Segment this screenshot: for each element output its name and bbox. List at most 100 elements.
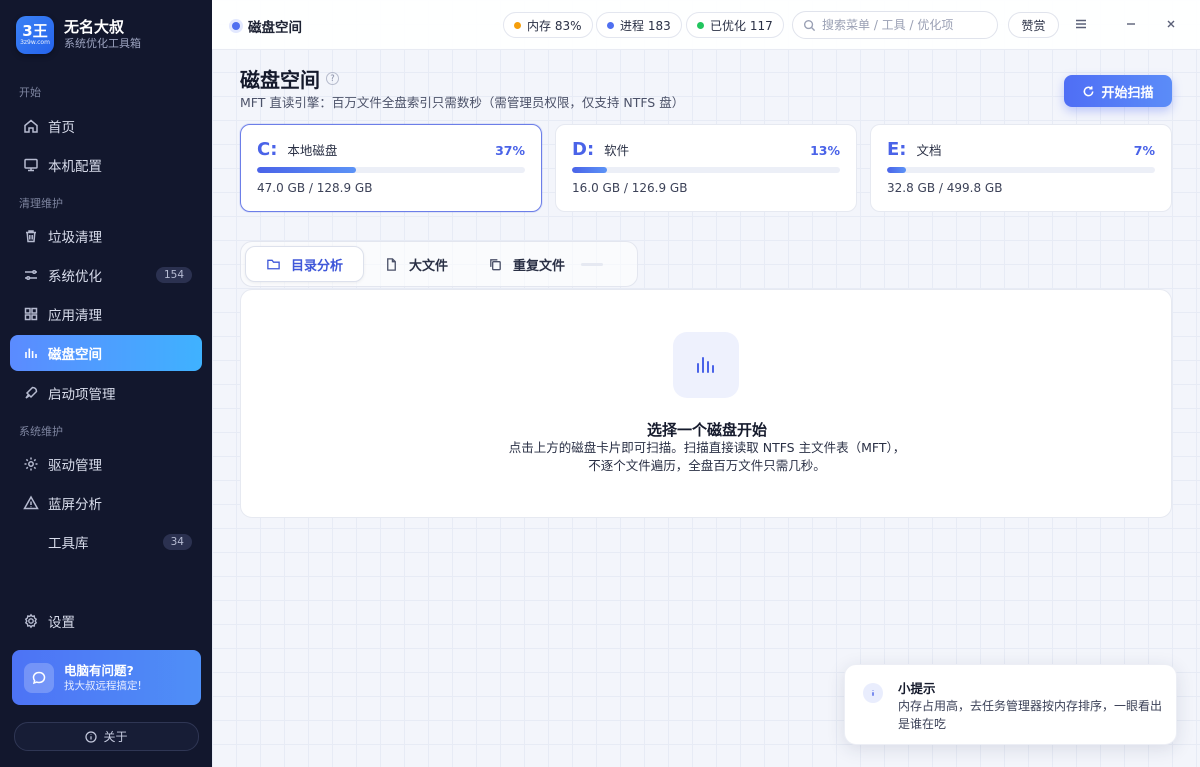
tip-toast[interactable]: 小提示 内存占用高，去任务管理器按内存排序，一眼看出是谁在吃 [844,664,1177,745]
sidebar-item-label: 工具库 [48,536,89,552]
disk-card-e[interactable]: E: 文档 7% 32.8 GB / 499.8 GB [870,124,1172,212]
remote-help-card[interactable]: 电脑有问题? 找大叔远程搞定! [12,650,201,705]
toast-title: 小提示 [898,681,936,696]
warning-icon [22,494,40,512]
logo-main-text: 3王 [22,22,48,40]
sidebar: 3王 3z9w.com 无名大叔 系统优化工具箱 开始 首页 本机配置 清理维护… [0,0,212,767]
app-logo: 3王 3z9w.com [16,16,54,54]
section-cleanup: 清理维护 [19,197,63,210]
bar-chart-icon [673,332,739,398]
monitor-icon [22,156,40,174]
disk-size: 32.8 GB / 499.8 GB [887,181,1003,195]
sidebar-item-label: 应用清理 [48,308,102,324]
file-icon [387,257,396,271]
search-box[interactable] [792,11,998,39]
empty-state-line: 点击上方的磁盘卡片即可扫描。扫描直接读取 NTFS 主文件表（MFT）， [508,440,906,455]
count-badge: 34 [162,534,192,550]
search-input[interactable] [822,18,982,32]
count-badge: 154 [155,267,192,283]
help-title: 电脑有问题? [64,662,134,678]
breadcrumb: 磁盘空间 [232,16,302,36]
start-scan-button[interactable]: 开始扫描 [1064,75,1172,107]
help-question-icon[interactable]: ? [326,72,339,85]
chat-bubble-icon [24,662,54,693]
sidebar-item-startup[interactable]: 启动项管理 [10,375,202,411]
status-memory: 内存 83% [503,12,593,38]
blank-icon [22,533,40,551]
sidebar-item-settings[interactable]: 设置 [10,603,202,639]
sidebar-item-label: 系统优化 [48,269,102,285]
sidebar-item-label: 首页 [48,120,75,136]
start-scan-label: 开始扫描 [1101,85,1154,101]
sidebar-item-pc-config[interactable]: 本机配置 [10,147,202,183]
sidebar-item-bsod[interactable]: 蓝屏分析 [10,485,202,521]
disk-usage-fill [257,167,357,173]
sidebar-item-label: 本机配置 [48,159,102,175]
minimize-button[interactable] [1121,14,1141,34]
disk-card-d[interactable]: D: 软件 13% 16.0 GB / 126.9 GB [555,124,857,212]
analysis-tabs: 目录分析 大文件 重复文件 [240,241,638,287]
sidebar-item-driver[interactable]: 驱动管理 [10,446,202,482]
search-icon [803,19,816,31]
minimize-icon [1127,23,1135,25]
sidebar-item-label: 设置 [48,615,75,631]
rocket-icon [22,384,40,402]
content-panel: 选择一个磁盘开始 点击上方的磁盘卡片即可扫描。扫描直接读取 NTFS 主文件表（… [240,289,1172,518]
app-name: 无名大叔 [64,18,125,36]
section-system: 系统维护 [19,425,63,438]
sidebar-item-label: 驱动管理 [48,458,102,474]
folder-icon [267,259,280,269]
close-button[interactable] [1161,14,1181,34]
section-start: 开始 [19,86,41,99]
app-subtitle: 系统优化工具箱 [64,37,141,50]
status-optimized: 已优化 117 [686,12,784,38]
trash-icon [22,227,40,245]
breadcrumb-dot-icon [232,22,240,30]
sidebar-item-disk-space[interactable]: 磁盘空间 [10,335,202,371]
sidebar-item-system-optimize[interactable]: 系统优化 154 [10,257,202,293]
disk-name: 文档 [916,143,942,158]
page-subtitle: MFT 直读引擎：百万文件全盘索引只需数秒（需管理员权限，仅支持 NTFS 盘） [240,95,685,110]
sidebar-item-app-clean[interactable]: 应用清理 [10,296,202,332]
sidebar-item-toolbox[interactable]: 工具库 34 [10,524,202,560]
logo-sub-text: 3z9w.com [20,39,50,46]
sidebar-item-junk-clean[interactable]: 垃圾清理 [10,218,202,254]
gear-icon [22,455,40,473]
disk-letter: D: [572,139,595,160]
disk-usage-bar [572,167,840,173]
menu-button[interactable] [1071,14,1091,34]
disk-name: 软件 [604,143,630,158]
disk-usage-percent: 7% [1133,143,1155,158]
close-icon [1167,20,1175,28]
disk-letter: E: [887,139,907,160]
status-dot-icon [697,21,704,29]
disk-letter: C: [257,139,278,160]
disk-size: 16.0 GB / 126.9 GB [572,181,688,195]
help-subtitle: 找大叔远程搞定! [64,679,142,692]
bar-chart-icon [22,344,40,362]
tab-duplicate-files[interactable]: 重复文件 [468,246,585,282]
tab-indicator [581,262,604,266]
status-optimized-text: 已优化 117 [710,18,773,33]
disk-card-c[interactable]: C: 本地磁盘 37% 47.0 GB / 128.9 GB [240,124,542,212]
sidebar-item-label: 蓝屏分析 [48,497,102,513]
disk-usage-fill [572,167,607,173]
tab-label: 重复文件 [513,258,566,274]
topbar: 磁盘空间 内存 83% 进程 183 已优化 117 赞赏 [212,0,1200,50]
disk-usage-percent: 37% [495,143,525,158]
sidebar-item-home[interactable]: 首页 [10,108,202,144]
empty-state-line: 不逐个文件遍历，全盘百万文件只需几秒。 [588,458,826,473]
disk-usage-bar [257,167,525,173]
disk-size: 47.0 GB / 128.9 GB [257,181,373,195]
empty-state-description: 点击上方的磁盘卡片即可扫描。扫描直接读取 NTFS 主文件表（MFT）， 不逐个… [241,439,1173,475]
status-process: 进程 183 [596,12,682,38]
disk-usage-fill [887,167,906,173]
tab-directory-analysis[interactable]: 目录分析 [245,246,365,282]
donate-button[interactable]: 赞赏 [1008,12,1059,38]
tab-large-files[interactable]: 大文件 [364,246,468,282]
info-icon [863,683,883,703]
empty-state-title: 选择一个磁盘开始 [646,421,767,439]
page-title-text: 磁盘空间 [240,68,320,92]
about-button[interactable]: 关于 [14,722,199,751]
sidebar-item-label: 垃圾清理 [48,230,102,246]
